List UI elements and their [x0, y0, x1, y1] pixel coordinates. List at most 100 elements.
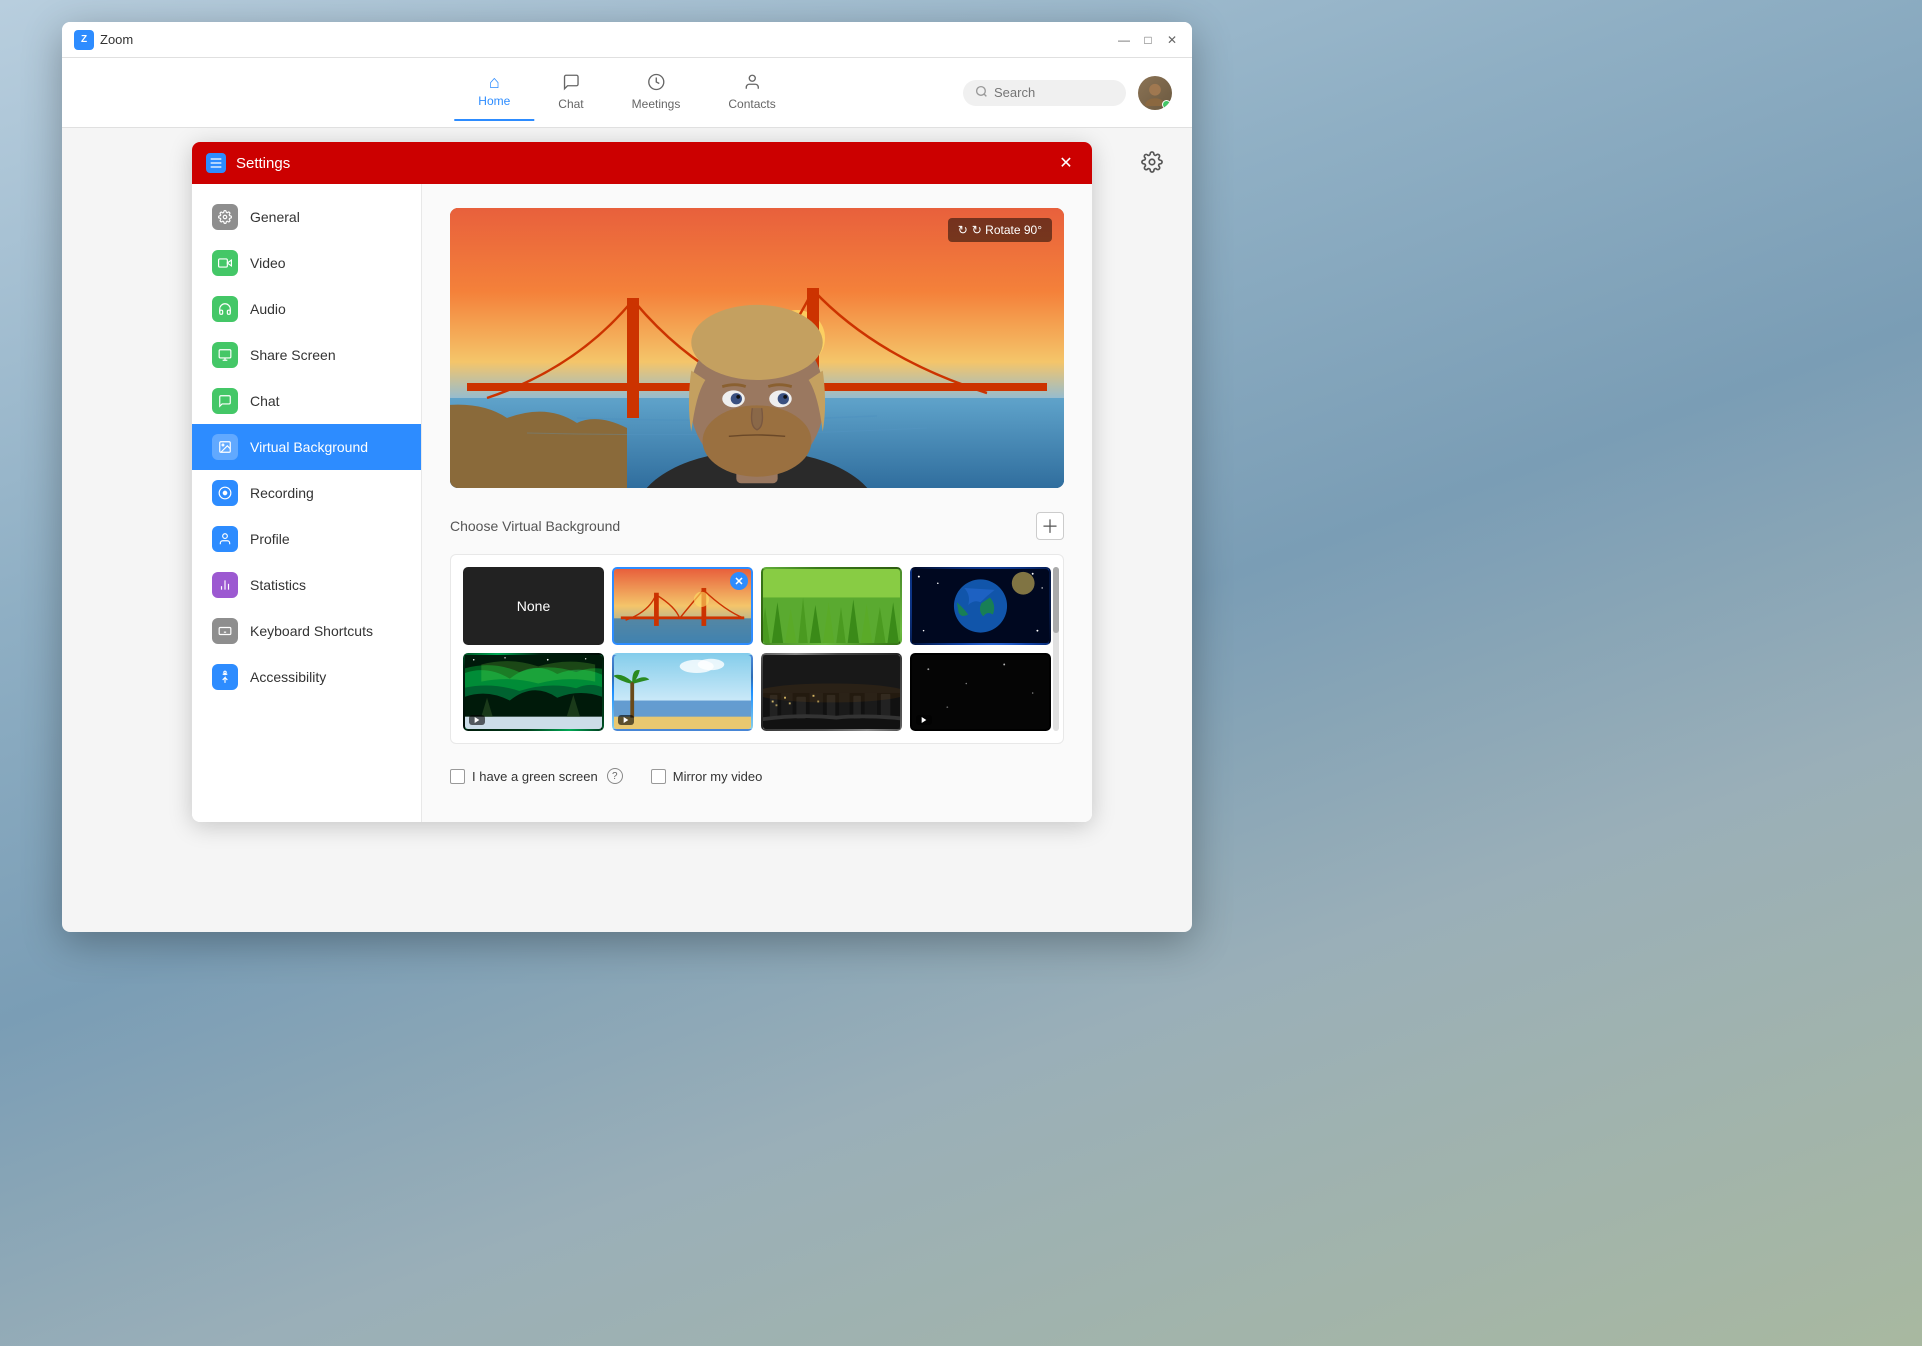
- bg-thumb-golden-gate[interactable]: ✕: [612, 567, 753, 645]
- bg-thumb-grass[interactable]: [761, 567, 902, 645]
- online-indicator: [1162, 100, 1171, 109]
- recording-icon: [212, 480, 238, 506]
- bg-thumb-beach[interactable]: [612, 653, 753, 731]
- main-content: Settings ✕ General: [62, 128, 1192, 932]
- statistics-icon: [212, 572, 238, 598]
- bg-none-label: None: [517, 598, 550, 614]
- sidebar-item-statistics[interactable]: Statistics: [192, 562, 421, 608]
- bg-delete-button[interactable]: ✕: [730, 572, 748, 590]
- sidebar-item-virtual-bg-label: Virtual Background: [250, 439, 368, 455]
- settings-header: Settings ✕: [192, 142, 1092, 184]
- video-background: [450, 208, 1064, 488]
- sidebar-item-keyboard-shortcuts[interactable]: Keyboard Shortcuts: [192, 608, 421, 654]
- settings-title: Settings: [236, 155, 290, 172]
- mirror-video-label: Mirror my video: [673, 769, 763, 784]
- bg-video-icon-dark: [916, 715, 932, 725]
- sidebar-item-chat-label: Chat: [250, 393, 280, 409]
- audio-icon: [212, 296, 238, 322]
- nav-tab-home-label: Home: [478, 94, 510, 108]
- chat-icon: [562, 73, 580, 94]
- nav-tab-contacts-label: Contacts: [728, 97, 775, 111]
- background-grid: None: [450, 554, 1064, 744]
- sidebar-item-statistics-label: Statistics: [250, 577, 306, 593]
- settings-content: ↻ ↻ Rotate 90° Choose Virtual Background…: [422, 184, 1092, 822]
- sidebar-item-audio-label: Audio: [250, 301, 286, 317]
- bg-video-icon-aurora: [469, 715, 485, 725]
- meetings-icon: [647, 73, 665, 94]
- nav-tab-contacts[interactable]: Contacts: [704, 65, 799, 121]
- sidebar-item-profile-label: Profile: [250, 531, 290, 547]
- rotate-label: ↻ Rotate 90°: [972, 223, 1042, 237]
- nav-tab-chat-label: Chat: [558, 97, 583, 111]
- bg-grid-scrollbar-thumb: [1053, 567, 1059, 633]
- add-background-button[interactable]: ＋: [1036, 512, 1064, 540]
- bg-thumb-none[interactable]: None: [463, 567, 604, 645]
- bg-thumb-aurora[interactable]: [463, 653, 604, 731]
- bottom-options: I have a green screen ? Mirror my video: [450, 768, 1064, 784]
- app-window: Z Zoom — □ ✕ ⌂ Home Chat: [62, 22, 1192, 932]
- title-bar-title: Zoom: [100, 32, 133, 47]
- nav-tab-meetings-label: Meetings: [632, 97, 681, 111]
- bg-video-icon-beach: [618, 715, 634, 725]
- rotate-icon: ↻: [958, 223, 968, 237]
- nav-tab-home[interactable]: ⌂ Home: [454, 65, 534, 121]
- profile-icon: [212, 526, 238, 552]
- mirror-video-checkbox[interactable]: [651, 769, 666, 784]
- mirror-video-group: Mirror my video: [651, 769, 763, 784]
- sidebar-item-chat[interactable]: Chat: [192, 378, 421, 424]
- accessibility-icon: [212, 664, 238, 690]
- bg-grid-scrollbar[interactable]: [1053, 567, 1059, 731]
- general-icon: [212, 204, 238, 230]
- sidebar-item-share-screen[interactable]: Share Screen: [192, 332, 421, 378]
- chat-nav-icon: [212, 388, 238, 414]
- keyboard-shortcuts-icon: [212, 618, 238, 644]
- sidebar-item-recording[interactable]: Recording: [192, 470, 421, 516]
- bg-thumb-dark[interactable]: [910, 653, 1051, 731]
- gear-button[interactable]: [1136, 146, 1168, 178]
- nav-tabs: ⌂ Home Chat Meetings: [454, 65, 799, 121]
- settings-close-button[interactable]: ✕: [1054, 151, 1078, 175]
- sidebar-item-audio[interactable]: Audio: [192, 286, 421, 332]
- settings-body: General Video: [192, 184, 1092, 822]
- sidebar-item-profile[interactable]: Profile: [192, 516, 421, 562]
- maximize-button[interactable]: □: [1140, 32, 1156, 48]
- video-preview: ↻ ↻ Rotate 90°: [450, 208, 1064, 488]
- settings-modal: Settings ✕ General: [192, 142, 1092, 822]
- sidebar-item-accessibility-label: Accessibility: [250, 669, 326, 685]
- avatar[interactable]: [1138, 76, 1172, 110]
- sidebar-item-general[interactable]: General: [192, 194, 421, 240]
- choose-bg-section-header: Choose Virtual Background ＋: [450, 512, 1064, 540]
- nav-tab-meetings[interactable]: Meetings: [608, 65, 705, 121]
- bg-thumb-helicopter[interactable]: [761, 653, 902, 731]
- video-icon: [212, 250, 238, 276]
- sidebar-item-recording-label: Recording: [250, 485, 314, 501]
- settings-logo: [206, 153, 226, 173]
- title-bar-controls: — □ ✕: [1116, 32, 1180, 48]
- search-icon: [975, 85, 988, 101]
- minimize-button[interactable]: —: [1116, 32, 1132, 48]
- sidebar-item-keyboard-shortcuts-label: Keyboard Shortcuts: [250, 623, 373, 639]
- virtual-bg-icon: [212, 434, 238, 460]
- rotate-button[interactable]: ↻ ↻ Rotate 90°: [948, 218, 1052, 242]
- close-button[interactable]: ✕: [1164, 32, 1180, 48]
- sidebar-item-accessibility[interactable]: Accessibility: [192, 654, 421, 700]
- green-screen-help-icon[interactable]: ?: [607, 768, 623, 784]
- green-screen-checkbox[interactable]: [450, 769, 465, 784]
- nav-tab-chat[interactable]: Chat: [534, 65, 607, 121]
- sidebar-item-virtual-background[interactable]: Virtual Background: [192, 424, 421, 470]
- sidebar-item-general-label: General: [250, 209, 300, 225]
- nav-bar: ⌂ Home Chat Meetings: [62, 58, 1192, 128]
- green-screen-label: I have a green screen: [472, 769, 598, 784]
- contacts-icon: [743, 73, 761, 94]
- bg-thumb-space[interactable]: [910, 567, 1051, 645]
- nav-search: [963, 80, 1126, 106]
- zoom-logo-icon: Z: [74, 30, 94, 50]
- title-bar-logo: Z Zoom: [74, 30, 133, 50]
- search-input[interactable]: [994, 85, 1114, 100]
- sidebar-item-video-label: Video: [250, 255, 286, 271]
- settings-sidebar: General Video: [192, 184, 422, 822]
- choose-bg-title: Choose Virtual Background: [450, 518, 620, 534]
- sidebar-item-video[interactable]: Video: [192, 240, 421, 286]
- sidebar-item-share-screen-label: Share Screen: [250, 347, 336, 363]
- share-screen-icon: [212, 342, 238, 368]
